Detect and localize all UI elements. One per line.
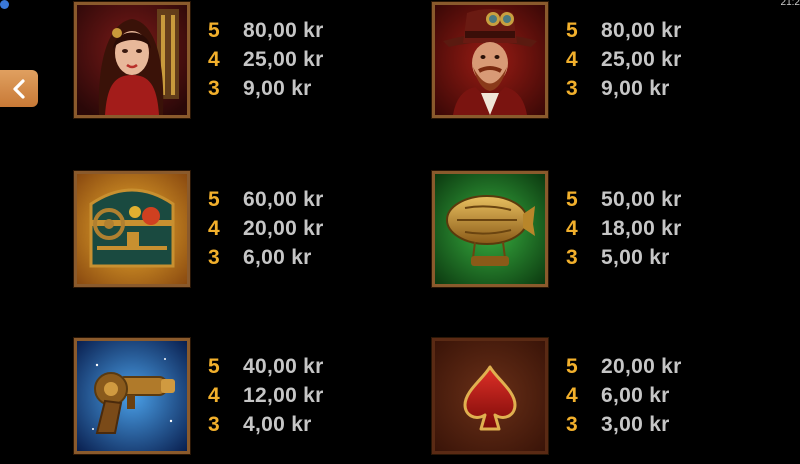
payout-row: 5 80,00 kr <box>566 16 682 45</box>
payout-row: 3 5,00 kr <box>566 243 670 272</box>
payout-row: 5 50,00 kr <box>566 185 682 214</box>
payout-row: 5 80,00 kr <box>208 16 324 45</box>
payout-amount: 20,00 kr <box>243 216 324 240</box>
payout-count: 4 <box>208 216 220 240</box>
payout-amount: 25,00 kr <box>243 47 324 71</box>
payout-count: 3 <box>208 245 220 269</box>
payout-amount: 20,00 kr <box>601 354 682 378</box>
payout-amount: 5,00 kr <box>601 245 670 269</box>
payout-row: 3 4,00 kr <box>208 410 312 439</box>
payout-row: 4 25,00 kr <box>208 45 324 74</box>
payout-row: 4 18,00 kr <box>566 214 682 243</box>
payout-row: 3 9,00 kr <box>566 74 670 103</box>
status-clock: 21:2 <box>780 0 800 8</box>
payout-count: 5 <box>566 18 578 42</box>
payout-row: 5 40,00 kr <box>208 352 324 381</box>
payout-row: 5 60,00 kr <box>208 185 324 214</box>
woman-symbol-icon <box>74 2 190 118</box>
payout-count: 5 <box>566 187 578 211</box>
payout-row: 3 3,00 kr <box>566 410 670 439</box>
payout-amount: 3,00 kr <box>601 412 670 436</box>
info-icon <box>0 0 9 9</box>
payout-count: 4 <box>566 383 578 407</box>
payout-count: 3 <box>208 76 220 100</box>
payout-amount: 6,00 kr <box>601 383 670 407</box>
spade-symbol-icon <box>432 338 548 454</box>
payout-count: 4 <box>208 47 220 71</box>
paytable-screen: 21:2 5 80,00 kr 4 25,00 kr 3 9,00 kr 5 8… <box>0 0 800 464</box>
payout-amount: 6,00 kr <box>243 245 312 269</box>
payout-count: 4 <box>566 47 578 71</box>
payout-count: 4 <box>566 216 578 240</box>
payout-count: 5 <box>208 18 220 42</box>
payout-count: 3 <box>566 76 578 100</box>
payout-count: 3 <box>566 245 578 269</box>
payout-count: 5 <box>208 187 220 211</box>
payout-amount: 50,00 kr <box>601 187 682 211</box>
payout-row: 5 20,00 kr <box>566 352 682 381</box>
payout-count: 5 <box>566 354 578 378</box>
payout-amount: 25,00 kr <box>601 47 682 71</box>
back-button[interactable] <box>0 70 38 107</box>
payout-count: 5 <box>208 354 220 378</box>
airship-symbol-icon <box>432 171 548 287</box>
payout-row: 4 20,00 kr <box>208 214 324 243</box>
payout-row: 4 12,00 kr <box>208 381 324 410</box>
payout-count: 3 <box>208 412 220 436</box>
payout-count: 3 <box>566 412 578 436</box>
treasure-chest-symbol-icon <box>74 171 190 287</box>
man-symbol-icon <box>432 2 548 118</box>
payout-row: 4 6,00 kr <box>566 381 670 410</box>
payout-count: 4 <box>208 383 220 407</box>
payout-amount: 80,00 kr <box>243 18 324 42</box>
payout-row: 3 9,00 kr <box>208 74 312 103</box>
payout-amount: 4,00 kr <box>243 412 312 436</box>
payout-amount: 18,00 kr <box>601 216 682 240</box>
payout-row: 4 25,00 kr <box>566 45 682 74</box>
payout-amount: 60,00 kr <box>243 187 324 211</box>
payout-amount: 9,00 kr <box>243 76 312 100</box>
payout-amount: 80,00 kr <box>601 18 682 42</box>
payout-amount: 9,00 kr <box>601 76 670 100</box>
chevron-left-icon <box>13 78 25 99</box>
payout-amount: 40,00 kr <box>243 354 324 378</box>
payout-amount: 12,00 kr <box>243 383 324 407</box>
ray-gun-symbol-icon <box>74 338 190 454</box>
payout-row: 3 6,00 kr <box>208 243 312 272</box>
